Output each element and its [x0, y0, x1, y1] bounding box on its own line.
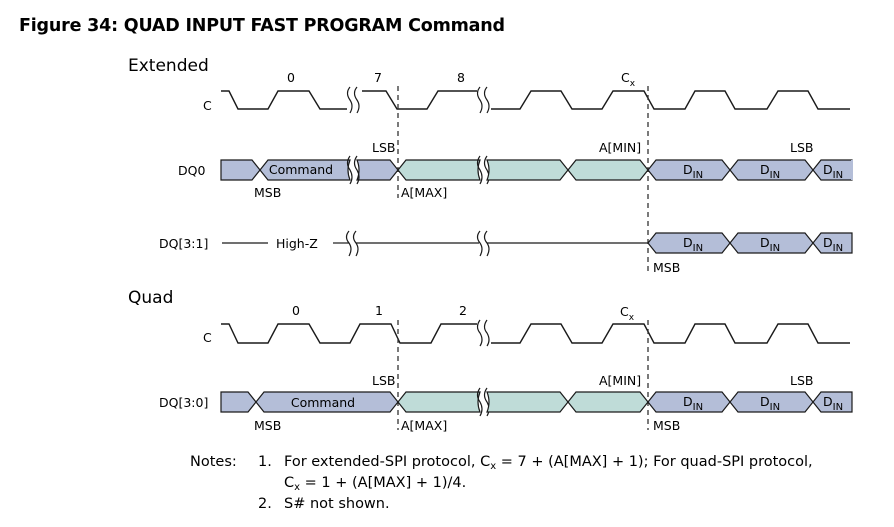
- quad-dq30-address-segment: [567, 391, 649, 413]
- quad-data-msb-label: MSB: [653, 418, 680, 433]
- ext-dq31-msb-label: MSB: [653, 260, 680, 275]
- quad-clock-waveform: [221, 323, 850, 344]
- ext-dq0-command-segment: [220, 159, 261, 181]
- ext-clock-break-1: [346, 86, 360, 114]
- ext-clock-break-2: [476, 86, 490, 114]
- quad-dq30-signal-label: DQ[3:0]: [159, 395, 208, 410]
- ext-amin-label: A[MIN]: [599, 140, 641, 155]
- quad-data-lsb-label: LSB: [790, 373, 813, 388]
- note-number: 2.: [258, 496, 272, 512]
- quad-dq30-command-segment: [220, 391, 257, 413]
- ext-clock-waveform: [221, 90, 850, 110]
- quad-clock-signal-label: C: [203, 330, 212, 345]
- ext-cycle-label-8: 8: [457, 70, 465, 85]
- note-2-text: S# not shown.: [284, 496, 390, 512]
- ext-dq0-address-segment: [567, 159, 649, 181]
- ext-data-lsb-label: LSB: [790, 140, 813, 155]
- note-number: 1.: [258, 454, 272, 470]
- ext-amax-label: A[MAX]: [401, 185, 447, 200]
- quad-cx-label: Cx: [620, 304, 635, 323]
- ext-dq0-address-segment: [397, 159, 481, 181]
- quad-dq30-address-segment: [486, 391, 569, 413]
- quad-command-label: Command: [291, 395, 355, 410]
- ext-clock-signal-label: C: [203, 98, 212, 113]
- quad-clock-break: [476, 319, 490, 347]
- ext-msb-label: MSB: [254, 185, 281, 200]
- quad-lsb-label: LSB: [372, 373, 395, 388]
- ext-dq0-signal-label: DQ0: [178, 163, 205, 178]
- ext-highz-label: High-Z: [276, 236, 318, 251]
- quad-dq30-address-segment: [397, 391, 481, 413]
- quad-cycle-label-2: 2: [459, 303, 467, 318]
- quad-amin-label: A[MIN]: [599, 373, 641, 388]
- note-1-line-2: Cx = 1 + (A[MAX] + 1)/4.: [284, 475, 467, 493]
- notes-label: Notes:: [190, 454, 237, 470]
- ext-cycle-label-0: 0: [287, 70, 295, 85]
- ext-cycle-label-7: 7: [374, 70, 382, 85]
- timing-diagram: .wave { fill: none; stroke: #1a1a1a; str…: [159, 70, 853, 433]
- ext-dq0-command-lsb-segment: [356, 159, 399, 181]
- quad-cycle-label-0: 0: [292, 303, 300, 318]
- quad-amax-label: A[MAX]: [401, 418, 447, 433]
- quad-msb-label: MSB: [254, 418, 281, 433]
- quad-cycle-label-1: 1: [375, 303, 383, 318]
- ext-lsb-label: LSB: [372, 140, 395, 155]
- note-1-line-1: For extended-SPI protocol, Cx = 7 + (A[M…: [284, 454, 813, 472]
- ext-dq31-signal-label: DQ[3:1]: [159, 236, 208, 251]
- ext-command-label: Command: [269, 162, 333, 177]
- ext-dq0-address-segment: [486, 159, 569, 181]
- ext-cx-label: Cx: [621, 70, 636, 89]
